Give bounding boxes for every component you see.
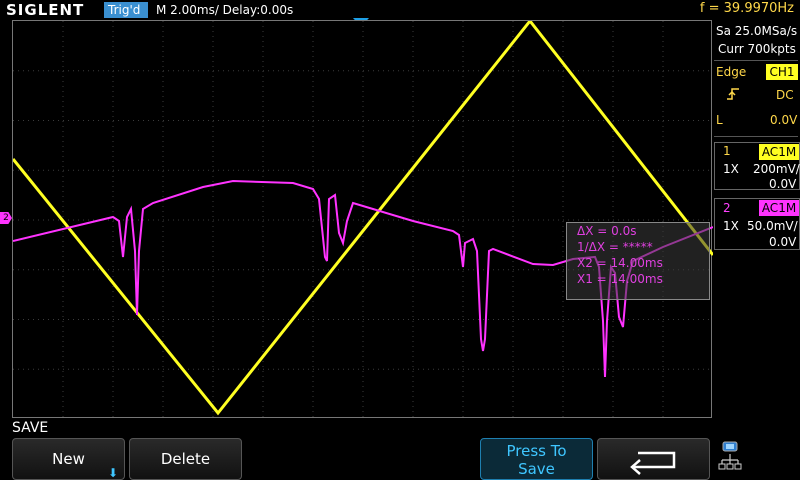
rising-edge-icon (726, 86, 740, 100)
memory-depth: Curr 700kpts (718, 42, 796, 56)
ch2-scale: 50.0mV/ (747, 219, 798, 233)
press-to-save-line1: Press To (506, 442, 567, 460)
new-button-label: New (52, 450, 85, 468)
x1-readout: X1 = 14.00ms (577, 272, 663, 286)
ch2-probe: 1X (723, 219, 739, 233)
sample-rate: Sa 25.0MSa/s (716, 24, 798, 38)
ch2-offset: 0.0V (769, 235, 797, 249)
waveform-canvas (13, 21, 713, 419)
delete-button[interactable]: Delete (129, 438, 242, 480)
right-info-panel: Sa 25.0MSa/s Curr 700kpts Edge CH1 DC L … (712, 20, 800, 438)
return-arrow-icon (630, 451, 676, 475)
waveform-display[interactable] (12, 20, 713, 419)
arrow-down-icon: ⬇ (107, 466, 118, 480)
ch2-number: 2 (723, 201, 731, 215)
brand-logo: SIGLENT (6, 1, 85, 19)
ch1-number: 1 (723, 144, 731, 158)
trigger-coupling: DC (776, 88, 794, 102)
press-to-save-button[interactable]: Press To Save (480, 438, 593, 480)
ch1-info-box[interactable]: 1 AC1M 1X 200mV/ 0.0V (714, 142, 800, 191)
trigger-level-value: 0.0V (770, 113, 798, 127)
timebase-readout[interactable]: M 2.00ms/ Delay:0.00s (156, 2, 293, 18)
new-button[interactable]: New ⬇ (12, 438, 125, 480)
trigger-status-badge: Trig'd (104, 2, 148, 18)
back-button[interactable] (597, 438, 710, 480)
frequency-readout: f = 39.9970Hz (699, 1, 794, 16)
trigger-source-badge[interactable]: CH1 (766, 64, 798, 80)
press-to-save-line2: Save (518, 460, 555, 478)
ch1-probe: 1X (723, 162, 739, 176)
ch1-scale: 200mV/ (753, 162, 800, 176)
inverse-delta-x-readout: 1/ΔX = ***** (577, 240, 653, 254)
trigger-level-label: L (716, 113, 723, 127)
delete-button-label: Delete (160, 450, 211, 468)
cursor-measurement-box: ΔX = 0.0s 1/ΔX = ***** X2 = 14.00ms X1 =… (566, 222, 710, 300)
delta-x-readout: ΔX = 0.0s (577, 224, 637, 238)
network-icon[interactable] (718, 440, 744, 476)
trigger-type[interactable]: Edge (716, 65, 746, 79)
ch2-info-box[interactable]: 2 AC1M 1X 50.0mV/ 0.0V (714, 198, 800, 250)
top-status-bar: SIGLENT Trig'd M 2.00ms/ Delay:0.00s f =… (0, 0, 800, 20)
ch1-offset: 0.0V (769, 177, 797, 191)
menu-title: SAVE (12, 420, 49, 436)
ch1-coupling-badge: AC1M (759, 144, 799, 160)
x2-readout: X2 = 14.00ms (577, 256, 663, 270)
ch2-coupling-badge: AC1M (759, 200, 799, 216)
ch2-offset-marker[interactable]: 2 (0, 212, 12, 224)
